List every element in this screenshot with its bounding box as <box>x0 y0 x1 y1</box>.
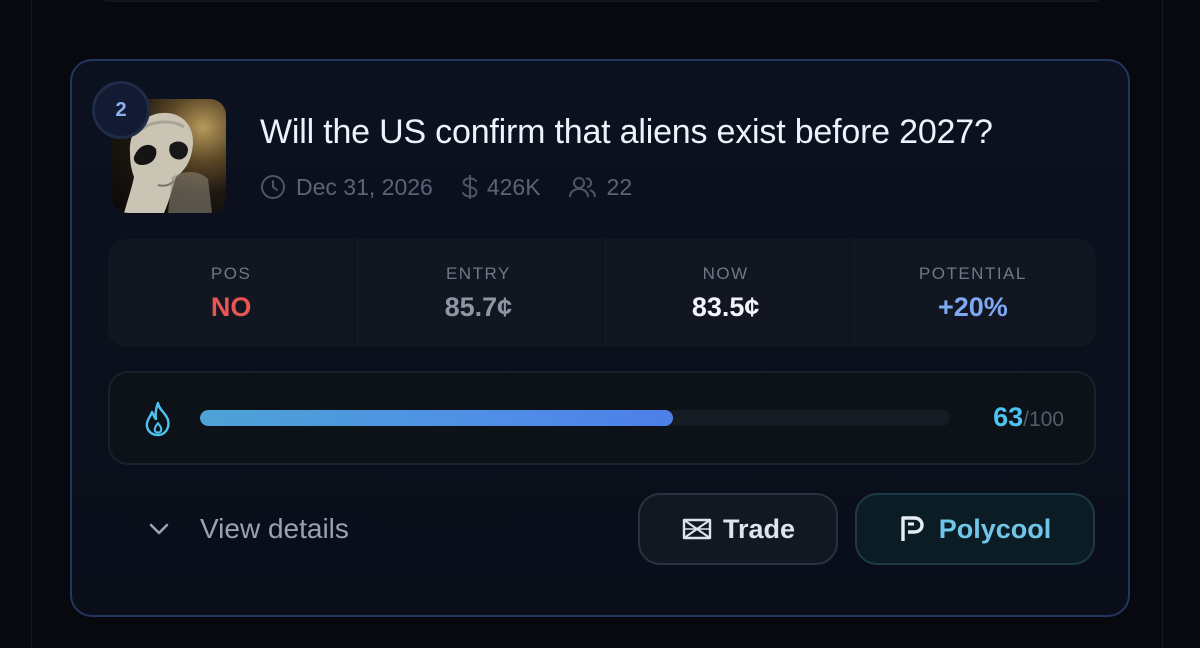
score-fill <box>200 410 673 426</box>
dollar-icon <box>461 175 478 199</box>
stat-entry-value: 85.7¢ <box>444 291 513 322</box>
users-icon <box>568 177 596 198</box>
clock-icon <box>261 175 285 199</box>
stat-entry-label: ENTRY <box>445 263 511 283</box>
traders: 22 <box>567 173 633 201</box>
stat-potential-value: +20% <box>937 291 1008 322</box>
view-details-toggle[interactable]: View details <box>148 513 349 545</box>
position-stats: POS NO ENTRY 85.7¢ NOW 83.5¢ POTENTIAL +… <box>108 239 1096 347</box>
trade-label: Trade <box>722 513 796 544</box>
screen: 2 Will the US confirm that aliens exist … <box>0 0 1200 648</box>
previous-card <box>96 0 1106 2</box>
score-panel: 63/100 <box>108 371 1096 465</box>
rank-badge: 2 <box>92 81 150 139</box>
flame-icon <box>145 401 170 437</box>
stat-pos: POS NO <box>108 239 356 347</box>
score-max: /100 <box>1023 408 1064 431</box>
panel-edge-left <box>0 0 32 648</box>
stat-potential: POTENTIAL +20% <box>850 239 1096 347</box>
score-value: 63 <box>993 402 1024 432</box>
chevron-down-icon <box>149 523 169 535</box>
stat-pos-label: POS <box>210 263 252 283</box>
stat-pos-value: NO <box>210 291 252 322</box>
polycool-label: Polycool <box>938 513 1052 544</box>
end-date-text: Dec 31, 2026 <box>296 173 433 200</box>
traders-text: 22 <box>606 173 633 200</box>
stat-now: NOW 83.5¢ <box>603 239 850 347</box>
stat-now-value: 83.5¢ <box>691 291 760 322</box>
stat-now-label: NOW <box>702 263 749 283</box>
polycool-logo-icon <box>901 516 924 541</box>
view-details-label: View details <box>200 513 349 544</box>
trade-logo-icon <box>682 518 712 540</box>
panel-edge-right <box>1162 0 1200 648</box>
trade-button[interactable]: Trade <box>638 493 838 565</box>
score-track <box>200 410 950 426</box>
volume-text: 426K <box>486 173 541 200</box>
stat-entry: ENTRY 85.7¢ <box>355 239 603 347</box>
market-card[interactable]: 2 Will the US confirm that aliens exist … <box>70 59 1130 617</box>
market-title[interactable]: Will the US confirm that aliens exist be… <box>260 113 1120 152</box>
polycool-button[interactable]: Polycool <box>855 493 1095 565</box>
volume: 426K <box>459 173 541 201</box>
end-date: Dec 31, 2026 <box>260 174 433 201</box>
stat-potential-label: POTENTIAL <box>918 263 1027 283</box>
market-meta: Dec 31, 2026 426K 22 <box>260 173 658 201</box>
score-text: 63/100 <box>993 402 1064 433</box>
